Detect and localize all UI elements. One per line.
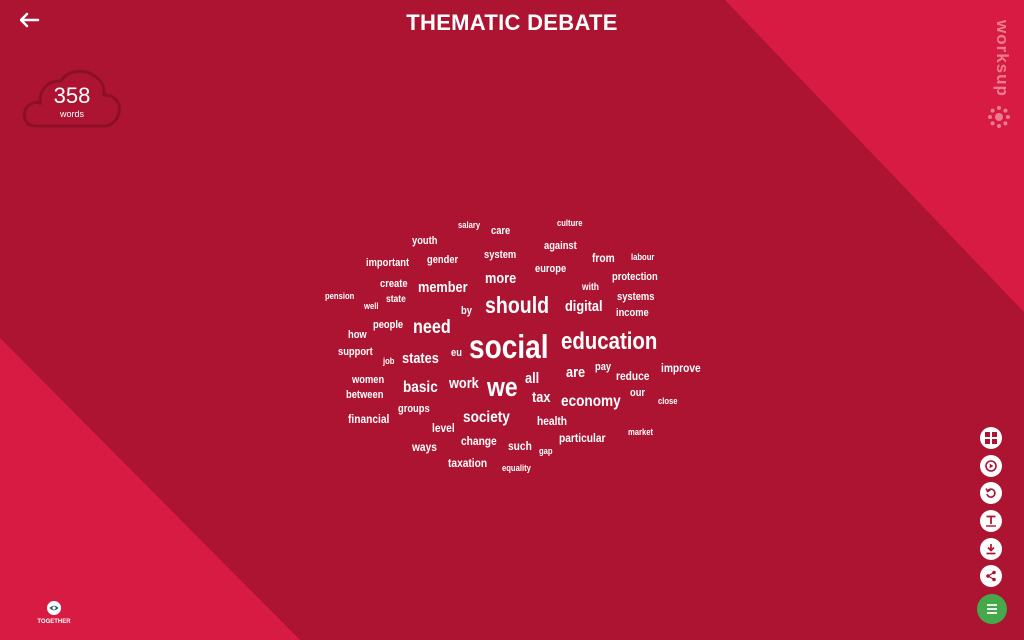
word-cloud-item[interactable]: labour <box>631 253 654 262</box>
grid-view-button[interactable] <box>980 427 1002 449</box>
together-logo: TOGETHER <box>34 601 74 631</box>
word-cloud-item[interactable]: gap <box>539 447 553 456</box>
main-menu-button[interactable] <box>977 594 1007 624</box>
word-cloud: salary care culture youth against labour syste… <box>0 0 1024 640</box>
word-cloud-item[interactable]: salary <box>458 221 480 230</box>
word-cloud-item[interactable]: health <box>537 415 567 427</box>
word-cloud-item[interactable]: market <box>628 428 653 437</box>
word-cloud-item[interactable]: level <box>432 422 455 434</box>
hamburger-menu-icon <box>987 604 997 614</box>
word-cloud-item[interactable]: how <box>348 330 367 341</box>
download-icon <box>986 544 996 555</box>
share-icon <box>986 570 996 582</box>
word-cloud-item[interactable]: equality <box>502 464 531 473</box>
word-cloud-item[interactable]: income <box>616 308 649 319</box>
word-cloud-item[interactable]: basic <box>403 380 438 396</box>
word-cloud-item[interactable]: eu <box>451 348 462 359</box>
play-icon <box>985 460 997 472</box>
word-cloud-item[interactable]: create <box>380 279 408 290</box>
word-cloud-item[interactable]: pay <box>595 362 611 373</box>
word-cloud-item[interactable]: between <box>346 390 383 401</box>
word-cloud-item[interactable]: well <box>364 302 378 311</box>
word-cloud-item[interactable]: education <box>561 330 657 354</box>
word-cloud-item[interactable]: taxation <box>448 457 487 469</box>
word-cloud-item[interactable]: particular <box>559 432 605 444</box>
word-cloud-item[interactable]: with <box>582 283 599 293</box>
word-cloud-item[interactable]: job <box>383 357 394 366</box>
word-cloud-item[interactable]: more <box>485 271 516 286</box>
word-cloud-item[interactable]: economy <box>561 394 621 410</box>
word-cloud-item[interactable]: protection <box>612 272 658 283</box>
word-cloud-item[interactable]: member <box>418 280 468 295</box>
word-cloud-item[interactable]: society <box>463 410 510 426</box>
word-cloud-item[interactable]: states <box>402 351 439 366</box>
word-cloud-item[interactable]: state <box>386 295 406 305</box>
word-cloud-item[interactable]: digital <box>565 299 603 314</box>
word-cloud-item[interactable]: against <box>544 241 577 252</box>
word-cloud-item[interactable]: people <box>373 320 403 331</box>
download-button[interactable] <box>980 538 1002 560</box>
word-cloud-item[interactable]: are <box>566 365 585 380</box>
word-cloud-item[interactable]: improve <box>661 362 701 374</box>
refresh-button[interactable] <box>980 482 1002 504</box>
word-cloud-item[interactable]: such <box>508 440 532 452</box>
grid-icon <box>985 432 997 444</box>
word-cloud-item[interactable]: reduce <box>616 370 649 382</box>
word-cloud-item[interactable]: important <box>366 258 409 269</box>
word-cloud-item[interactable]: work <box>449 376 479 391</box>
word-cloud-item[interactable]: close <box>658 397 678 406</box>
share-button[interactable] <box>980 565 1002 587</box>
word-cloud-item[interactable]: gender <box>427 255 458 266</box>
word-cloud-item[interactable]: our <box>630 388 645 399</box>
word-cloud-item[interactable]: we <box>487 374 518 401</box>
word-cloud-item[interactable]: support <box>338 347 373 358</box>
word-cloud-item[interactable]: youth <box>412 236 437 247</box>
word-cloud-item[interactable]: women <box>352 375 384 386</box>
together-label: TOGETHER <box>37 619 71 625</box>
word-cloud-item[interactable]: need <box>413 318 451 337</box>
refresh-icon <box>985 488 996 498</box>
word-cloud-item[interactable]: system <box>484 250 516 261</box>
word-cloud-item[interactable]: ways <box>412 441 437 453</box>
word-cloud-item[interactable]: by <box>461 306 472 317</box>
word-cloud-item[interactable]: pension <box>325 292 354 301</box>
play-button[interactable] <box>980 455 1002 477</box>
word-cloud-item[interactable]: culture <box>557 219 583 228</box>
word-cloud-item[interactable]: should <box>485 294 549 317</box>
word-cloud-item[interactable]: change <box>461 435 497 447</box>
word-cloud-item[interactable]: europe <box>535 264 566 275</box>
eye-logo-icon <box>47 601 61 615</box>
word-cloud-item[interactable]: tax <box>532 390 550 405</box>
word-cloud-item[interactable]: all <box>525 371 539 386</box>
word-cloud-item[interactable]: groups <box>398 404 430 415</box>
word-cloud-item[interactable]: systems <box>617 292 654 303</box>
text-format-icon <box>986 515 996 527</box>
word-cloud-item[interactable]: financial <box>348 413 389 425</box>
word-cloud-item[interactable]: social <box>469 330 549 363</box>
word-cloud-item[interactable]: from <box>592 252 615 264</box>
word-cloud-item[interactable]: care <box>491 226 510 237</box>
text-format-button[interactable] <box>980 510 1002 532</box>
